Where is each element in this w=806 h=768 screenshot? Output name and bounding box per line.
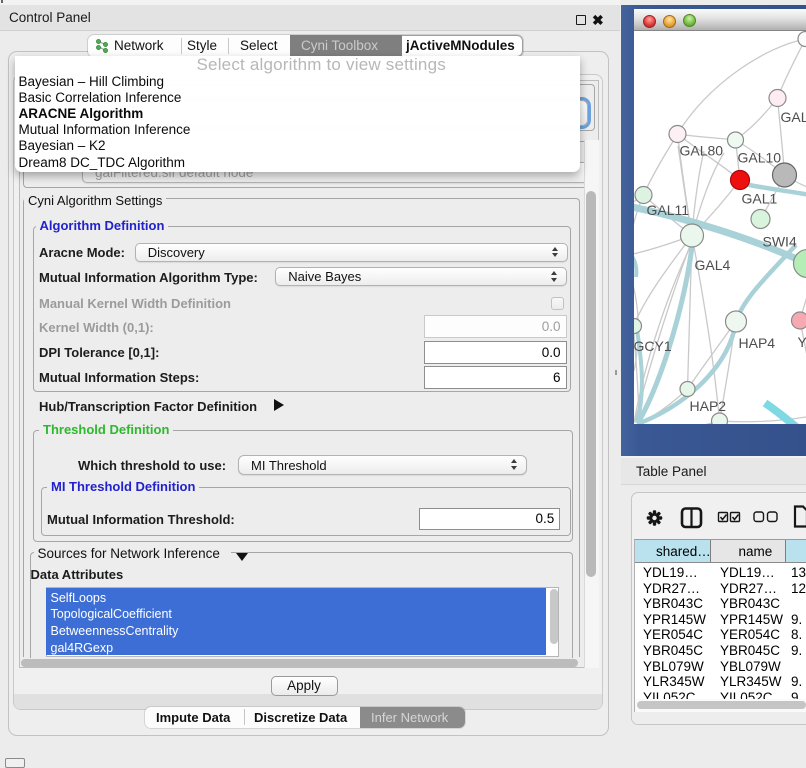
svg-text:GAL11: GAL11 — [646, 202, 689, 218]
svg-text:HAP4: HAP4 — [738, 335, 775, 351]
svg-text:GAL10: GAL10 — [737, 150, 781, 166]
svg-text:HAP2: HAP2 — [689, 398, 726, 414]
svg-text:GAL4: GAL4 — [694, 257, 730, 273]
svg-text:GAL1: GAL1 — [741, 191, 777, 207]
svg-text:GCY1: GCY1 — [634, 338, 672, 354]
svg-text:Y: Y — [797, 334, 806, 350]
svg-text:GAL: GAL — [780, 109, 806, 125]
svg-text:SWI4: SWI4 — [762, 234, 796, 250]
svg-text:GAL80: GAL80 — [679, 143, 723, 159]
